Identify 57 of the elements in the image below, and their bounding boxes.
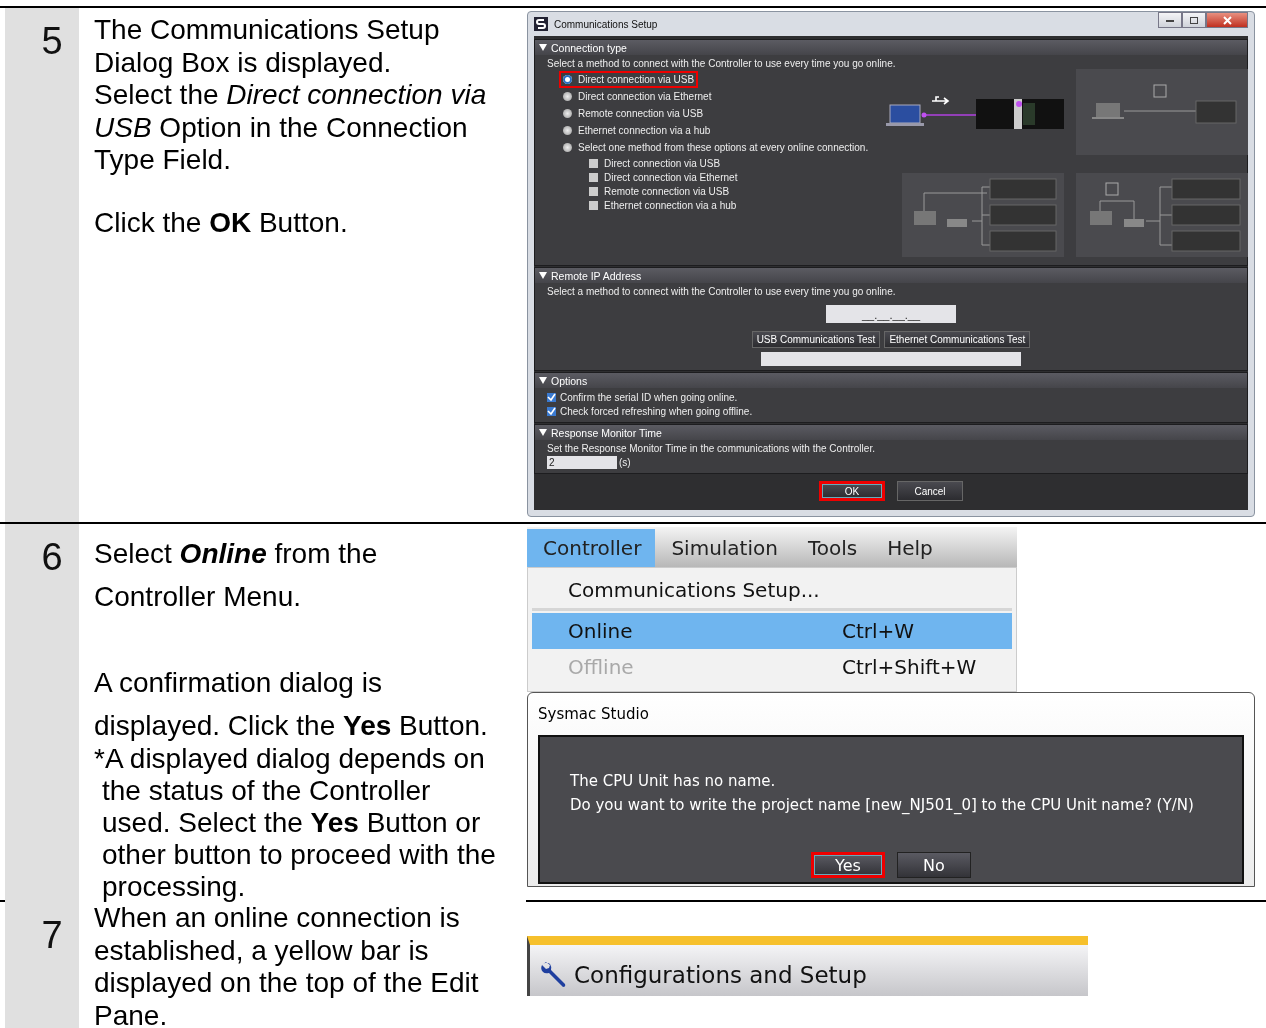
maximize-icon bbox=[1190, 16, 1198, 24]
edit-pane-tab[interactable]: Configurations and Setup bbox=[527, 936, 1088, 996]
instruction-text: Select Online from the Controller Menu. bbox=[94, 537, 379, 614]
collapse-icon[interactable] bbox=[539, 44, 547, 51]
collapse-icon[interactable] bbox=[539, 272, 547, 279]
ip-address-field[interactable]: __.__.__.__ bbox=[826, 305, 956, 323]
maximize-button[interactable] bbox=[1182, 12, 1206, 28]
message-text: Do you want to write the project name [new_NJ501_0] to the CPU Unit name? (Y/N) bbox=[570, 795, 1195, 816]
collapse-icon[interactable] bbox=[539, 429, 547, 436]
step-number: 6 bbox=[40, 535, 64, 580]
radio-option[interactable]: Ethernet connection via a hub bbox=[559, 122, 715, 139]
dialog-button[interactable]: Yes bbox=[811, 852, 885, 878]
step-number: 5 bbox=[40, 19, 64, 64]
minimize-button[interactable] bbox=[1158, 12, 1182, 28]
minimize-icon bbox=[1166, 18, 1174, 22]
menu-bar-item[interactable]: Tools bbox=[791, 529, 872, 567]
message-text: The CPU Unit has no name. bbox=[570, 771, 777, 792]
note-text: *A displayed dialog depends on the status of the Controller used. Select the Yes Button or other button to proceed with the processing. bbox=[94, 743, 497, 903]
radio-option[interactable]: Direct connection via Ethernet bbox=[559, 88, 716, 105]
instruction-text: The Communications Setup Dialog Box is displayed. Select the Direct connection via USB Option in the Connection Type Field. bbox=[94, 14, 488, 177]
checkbox-option[interactable]: Ethernet connection via a hub bbox=[589, 198, 892, 212]
menu-bar-item[interactable]: Help bbox=[871, 529, 947, 567]
close-icon bbox=[1222, 15, 1232, 25]
menu-item[interactable]: Online Ctrl+W bbox=[532, 613, 1012, 649]
step-number: 7 bbox=[40, 913, 64, 958]
menu-bar-item[interactable]: Controller bbox=[527, 529, 656, 567]
radio-option[interactable]: Direct connection via USB bbox=[559, 71, 699, 88]
instruction-text: When an online connection is established, a yellow bar is displayed on the top of the Edit Pane. bbox=[94, 902, 480, 1028]
section-header[interactable]: Connection type bbox=[535, 40, 1247, 55]
test-button[interactable]: Ethernet Communications Test bbox=[884, 331, 1031, 348]
section-header[interactable]: Response Monitor Time bbox=[535, 425, 1247, 440]
collapse-icon[interactable] bbox=[539, 377, 547, 384]
close-button[interactable] bbox=[1206, 12, 1248, 28]
test-button[interactable]: USB Communications Test bbox=[751, 331, 881, 348]
hint-text: Set the Response Monitor Time in the communications with the Controller. bbox=[547, 442, 876, 456]
hint-text: Select a method to connect with the Controller to use every time you go online. bbox=[547, 285, 896, 299]
section-header[interactable]: Options bbox=[535, 373, 1247, 388]
window-title: Sysmac Studio bbox=[537, 704, 649, 725]
dialog-button[interactable]: OK bbox=[819, 481, 885, 501]
instruction-text: Click the OK Button. bbox=[94, 206, 349, 239]
checkbox-option[interactable]: Remote connection via USB bbox=[589, 184, 892, 198]
checkbox-option[interactable]: Direct connection via USB bbox=[589, 156, 892, 170]
wrench-icon bbox=[538, 959, 568, 990]
radio-option[interactable]: Remote connection via USB bbox=[559, 105, 708, 122]
time-field[interactable]: 2 bbox=[547, 456, 617, 469]
app-icon bbox=[534, 17, 548, 31]
radio-option[interactable]: Select one method from these options at every online connection. bbox=[559, 139, 873, 156]
dialog-button[interactable]: Cancel bbox=[897, 481, 963, 501]
dialog-button[interactable]: No bbox=[897, 852, 971, 878]
instruction-text: A confirmation dialog is displayed. Click the Yes Button. bbox=[94, 666, 489, 743]
checkbox-option[interactable]: Check forced refreshing when going offline. bbox=[547, 404, 1235, 418]
checkbox-option[interactable]: Confirm the serial ID when going online. bbox=[547, 390, 1235, 404]
checkbox-option[interactable]: Direct connection via Ethernet bbox=[589, 170, 892, 184]
window-title: Communications Setup bbox=[554, 18, 658, 30]
section-header[interactable]: Remote IP Address bbox=[535, 268, 1247, 283]
menu-bar-item[interactable]: Simulation bbox=[655, 529, 792, 567]
unit-label: (s) bbox=[619, 457, 631, 468]
